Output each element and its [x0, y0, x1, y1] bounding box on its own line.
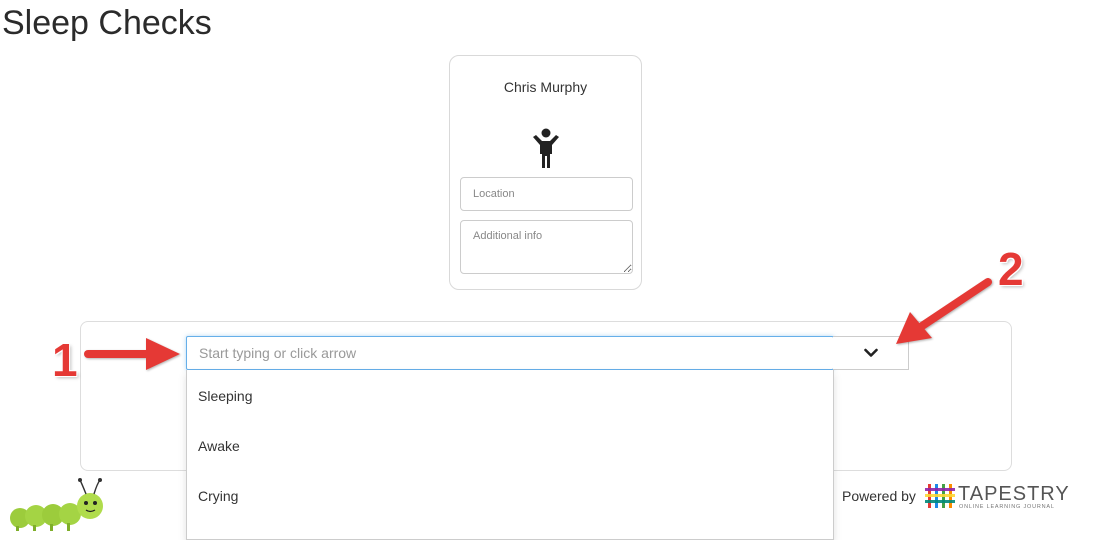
annotation-step-2: 2: [998, 243, 1024, 295]
powered-by-label: Powered by: [842, 488, 916, 504]
page-title: Sleep Checks: [2, 4, 212, 42]
caterpillar-mascot-icon: [10, 478, 103, 531]
tapestry-tagline: ONLINE LEARNING JOURNAL: [959, 504, 1055, 510]
child-name: Chris Murphy: [503, 79, 588, 95]
chevron-down-icon: [863, 348, 878, 357]
status-search-input[interactable]: [186, 336, 834, 370]
tapestry-weave-icon: [925, 484, 955, 508]
status-option-sleeping[interactable]: Sleeping: [187, 370, 833, 420]
status-options-list: Sleeping Awake Crying: [186, 370, 834, 540]
annotation-step-1: 1: [52, 334, 78, 386]
status-option-awake[interactable]: Awake: [187, 420, 833, 470]
location-input[interactable]: [460, 177, 633, 211]
tapestry-wordmark: TAPESTRY: [958, 483, 1070, 505]
child-card: Chris Murphy: [449, 55, 642, 290]
dropdown-toggle-button[interactable]: [833, 336, 909, 370]
tapestry-logo[interactable]: TAPESTRY ONLINE LEARNING JOURNAL: [925, 482, 1069, 512]
status-option-crying[interactable]: Crying: [187, 470, 833, 520]
additional-info-textarea[interactable]: [460, 220, 633, 274]
child-icon: [533, 128, 559, 168]
